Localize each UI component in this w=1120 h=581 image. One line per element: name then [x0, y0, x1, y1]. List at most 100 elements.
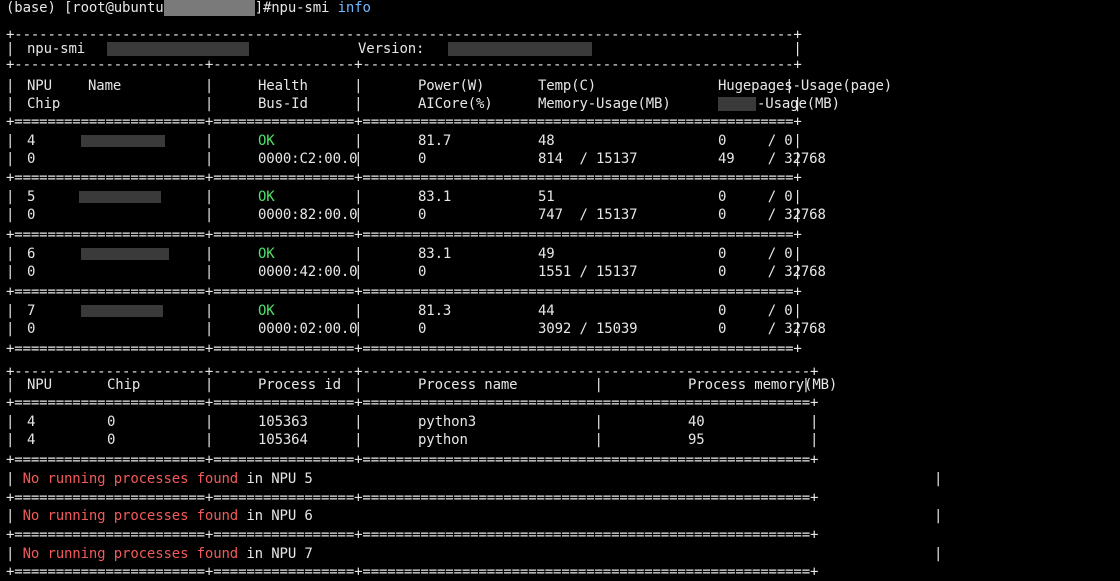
no-process-npu: in NPU 7: [238, 546, 313, 562]
border: +=======================+===============…: [6, 341, 802, 357]
no-process-warning: No running processes found: [22, 471, 239, 487]
border: | | | |: [6, 96, 802, 112]
col-memory: Memory-Usage(MB): [538, 96, 671, 112]
redacted-version-value: [448, 42, 592, 56]
memory-value: 1551 / 15137: [538, 264, 638, 280]
command-arg: info: [337, 0, 371, 16]
npu-id: 7: [27, 303, 36, 319]
npu-id: 4: [27, 133, 36, 149]
power-value: 81.3: [418, 303, 452, 319]
proc-pid: 105364: [258, 432, 308, 448]
border: |: [934, 471, 943, 487]
temp-value: 51: [538, 189, 555, 205]
border: +=======================+===============…: [6, 564, 819, 580]
proc-memory: 95: [688, 432, 705, 448]
col-hugepages: Hugepages-Usage(page): [718, 78, 893, 94]
power-value: 83.1: [418, 246, 452, 262]
chip-id: 0: [27, 151, 36, 167]
hbm-value: 0 / 32768: [718, 207, 826, 223]
hugepages-value: 0 / 0: [718, 246, 793, 262]
no-process-npu: in NPU 5: [238, 471, 313, 487]
border: |: [934, 508, 943, 524]
power-value: 81.7: [418, 133, 452, 149]
aicore-value: 0: [418, 321, 427, 337]
temp-value: 49: [538, 246, 555, 262]
redacted-npu-name: [81, 135, 165, 147]
hbm-value: 0 / 32768: [718, 264, 826, 280]
proc-pid: 105363: [258, 414, 308, 430]
border: |: [934, 546, 943, 562]
chip-id: 0: [27, 207, 36, 223]
npu-id: 5: [27, 189, 36, 205]
border: +=======================+===============…: [6, 452, 819, 468]
prompt-line: (base) [root@ubuntu ]#npu-smi info: [6, 0, 371, 16]
power-value: 83.1: [418, 189, 452, 205]
redacted-npu-name: [81, 248, 169, 260]
prompt-suffix: ]#npu-smi: [254, 0, 338, 16]
redacted-npu-name: [79, 191, 161, 203]
memory-value: 3092 / 15039: [538, 321, 638, 337]
health-status: OK: [258, 133, 275, 149]
chip-id: 0: [27, 321, 36, 337]
border: +-----------------------+---------------…: [6, 57, 802, 73]
col-bus-id: Bus-Id: [258, 96, 308, 112]
hugepages-value: 0 / 0: [718, 133, 793, 149]
bus-id-value: 0000:02:00.0: [258, 321, 358, 337]
proc-col-pid: Process id: [258, 377, 341, 393]
bus-id-value: 0000:82:00.0: [258, 207, 358, 223]
border: +=======================+===============…: [6, 490, 819, 506]
no-process-line: | No running processes found in NPU 5: [6, 471, 313, 487]
proc-name: python: [418, 432, 468, 448]
proc-chip: 0: [107, 432, 116, 448]
border: | | | |: [6, 321, 802, 337]
temp-value: 48: [538, 133, 555, 149]
hugepages-value: 0 / 0: [718, 189, 793, 205]
border: | | | |: [6, 207, 802, 223]
col-temp: Temp(C): [538, 78, 597, 94]
border: +=======================+===============…: [6, 395, 819, 411]
col-name: Name: [88, 78, 122, 94]
version-label: Version:: [358, 41, 425, 57]
proc-col-memory: Process memory(MB): [688, 377, 838, 393]
col-aicore: AICore(%): [418, 96, 493, 112]
proc-col-chip: Chip: [107, 377, 141, 393]
proc-npu: 4: [27, 414, 36, 430]
redacted-mem-type: [718, 97, 756, 111]
border: +=======================+===============…: [6, 284, 802, 300]
npu-id: 6: [27, 246, 36, 262]
proc-col-name: Process name: [418, 377, 518, 393]
prompt-prefix: (base) [root@ubuntu: [6, 0, 164, 16]
aicore-value: 0: [418, 151, 427, 167]
border: +=======================+===============…: [6, 527, 819, 543]
terminal-window[interactable]: (base) [root@ubuntu ]#npu-smi info +----…: [0, 0, 1120, 581]
memory-value: 814 / 15137: [538, 151, 638, 167]
col-npu: NPU: [27, 78, 52, 94]
no-process-warning: No running processes found: [22, 508, 239, 524]
no-process-warning: No running processes found: [22, 546, 239, 562]
redacted-npu-name: [81, 305, 163, 317]
aicore-value: 0: [418, 207, 427, 223]
bus-id-value: 0000:42:00.0: [258, 264, 358, 280]
border: | | | |: [6, 151, 802, 167]
no-process-line: | No running processes found in NPU 7: [6, 546, 313, 562]
health-status: OK: [258, 189, 275, 205]
health-status: OK: [258, 303, 275, 319]
proc-npu: 4: [27, 432, 36, 448]
hbm-value: 49 / 32768: [718, 151, 826, 167]
proc-name: python3: [418, 414, 477, 430]
hbm-value: 0 / 32768: [718, 321, 826, 337]
proc-memory: 40: [688, 414, 705, 430]
proc-col-npu: NPU: [27, 377, 52, 393]
temp-value: 44: [538, 303, 555, 319]
border: +=======================+===============…: [6, 114, 802, 130]
col-hbm-usage: -Usage(MB): [757, 96, 840, 112]
hugepages-value: 0 / 0: [718, 303, 793, 319]
chip-id: 0: [27, 264, 36, 280]
no-process-npu: in NPU 6: [238, 508, 313, 524]
health-status: OK: [258, 246, 275, 262]
border: +=======================+===============…: [6, 227, 802, 243]
border: | | | |: [6, 264, 802, 280]
bus-id-value: 0000:C2:00.0: [258, 151, 358, 167]
col-health: Health: [258, 78, 308, 94]
col-power: Power(W): [418, 78, 485, 94]
